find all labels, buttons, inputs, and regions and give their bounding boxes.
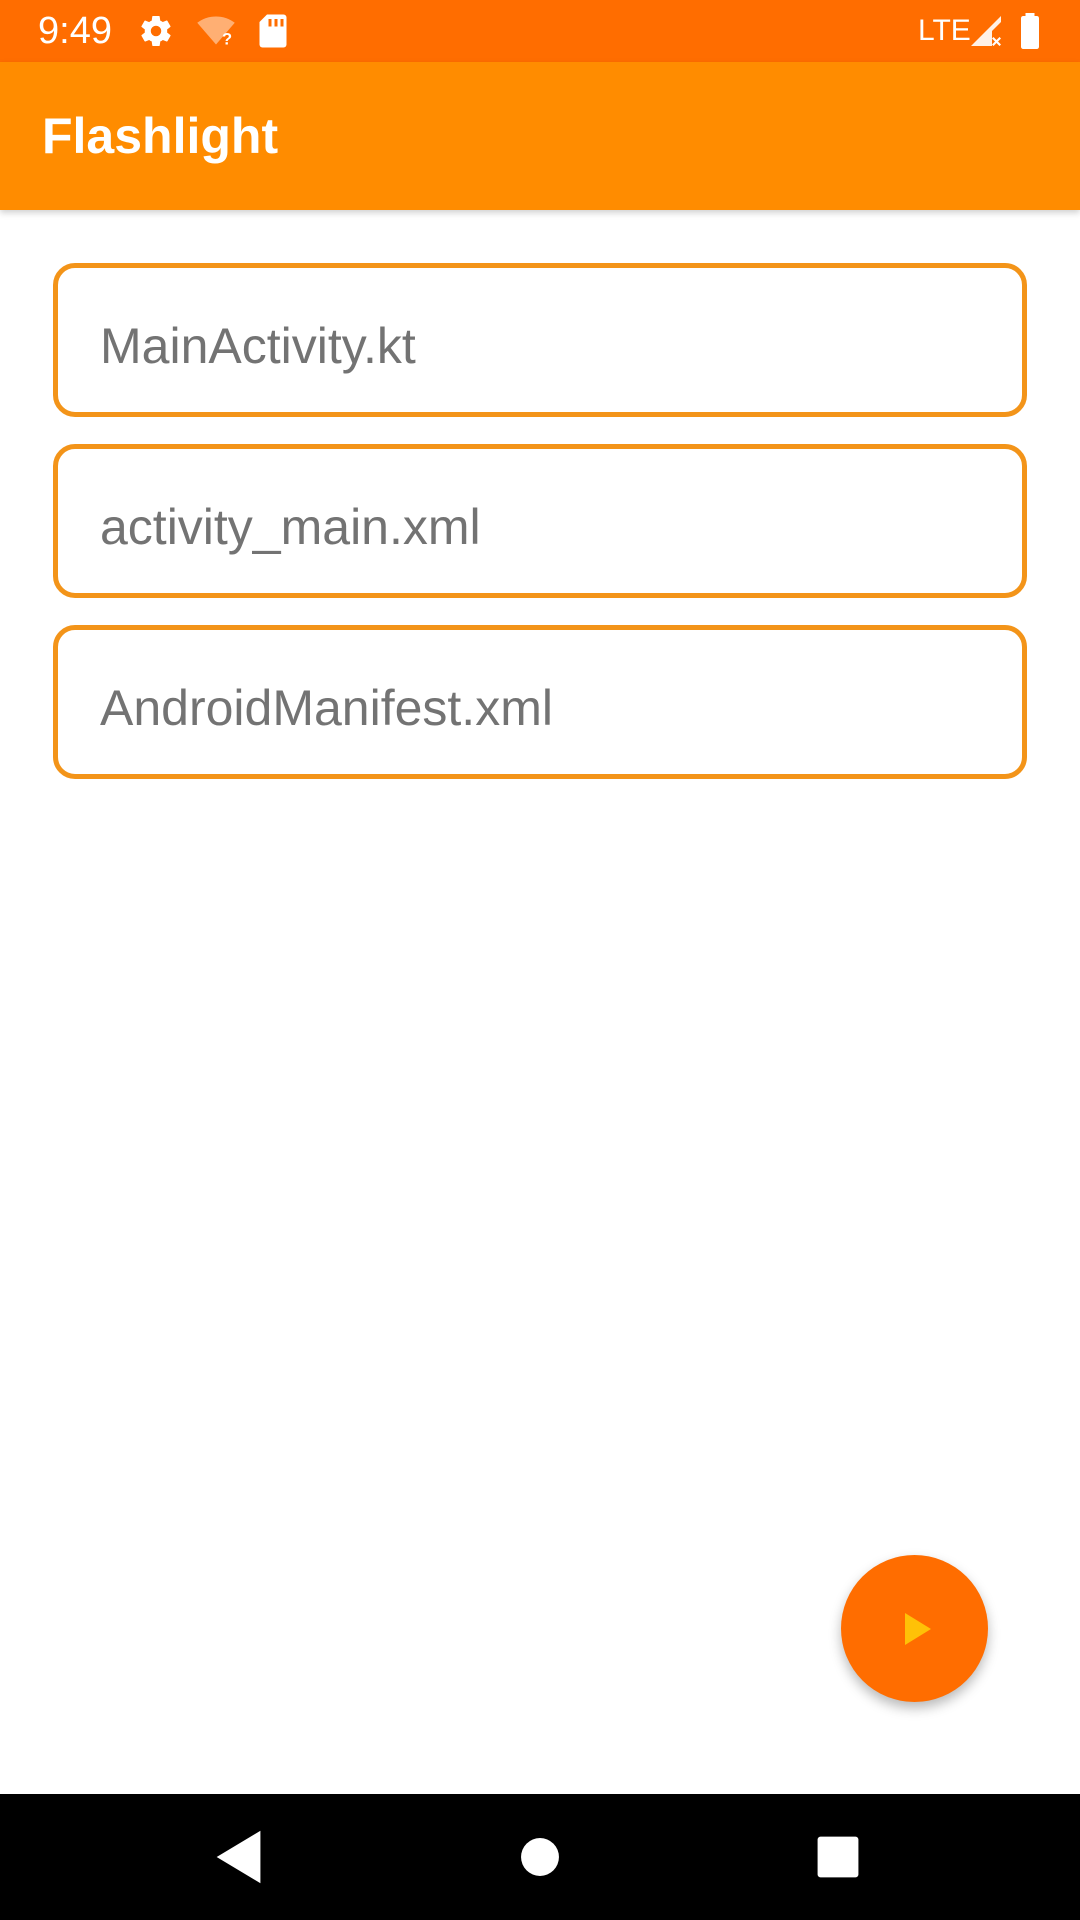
settings-icon [138,13,174,49]
status-time: 9:49 [38,10,112,52]
play-icon [905,1613,931,1645]
screen: 9:49 ? LTE Flashlight MainActivity.kt ac… [0,0,1080,1920]
wifi-unknown-icon: ? [196,13,235,49]
sd-card-icon [258,13,294,49]
battery-icon [1018,13,1054,49]
status-bar: 9:49 ? LTE [0,0,1080,62]
recents-icon[interactable] [803,1822,873,1892]
navigation-bar [0,1794,1080,1920]
app-title: Flashlight [42,108,279,164]
file-item-label: activity_main.xml [100,499,481,555]
file-item-label: MainActivity.kt [100,318,416,374]
svg-text:?: ? [222,31,232,49]
file-list: MainActivity.kt activity_main.xml Androi… [53,263,1027,806]
signal-icon [968,13,1004,49]
network-label: LTE [918,14,971,47]
home-icon[interactable] [505,1822,575,1892]
app-bar: Flashlight [0,62,1080,210]
run-fab-button[interactable] [841,1555,988,1702]
file-item-android-manifest[interactable]: AndroidManifest.xml [53,625,1027,779]
file-item-main-activity[interactable]: MainActivity.kt [53,263,1027,417]
file-item-label: AndroidManifest.xml [100,680,553,736]
file-item-activity-main-xml[interactable]: activity_main.xml [53,444,1027,598]
back-icon[interactable] [205,1822,275,1892]
